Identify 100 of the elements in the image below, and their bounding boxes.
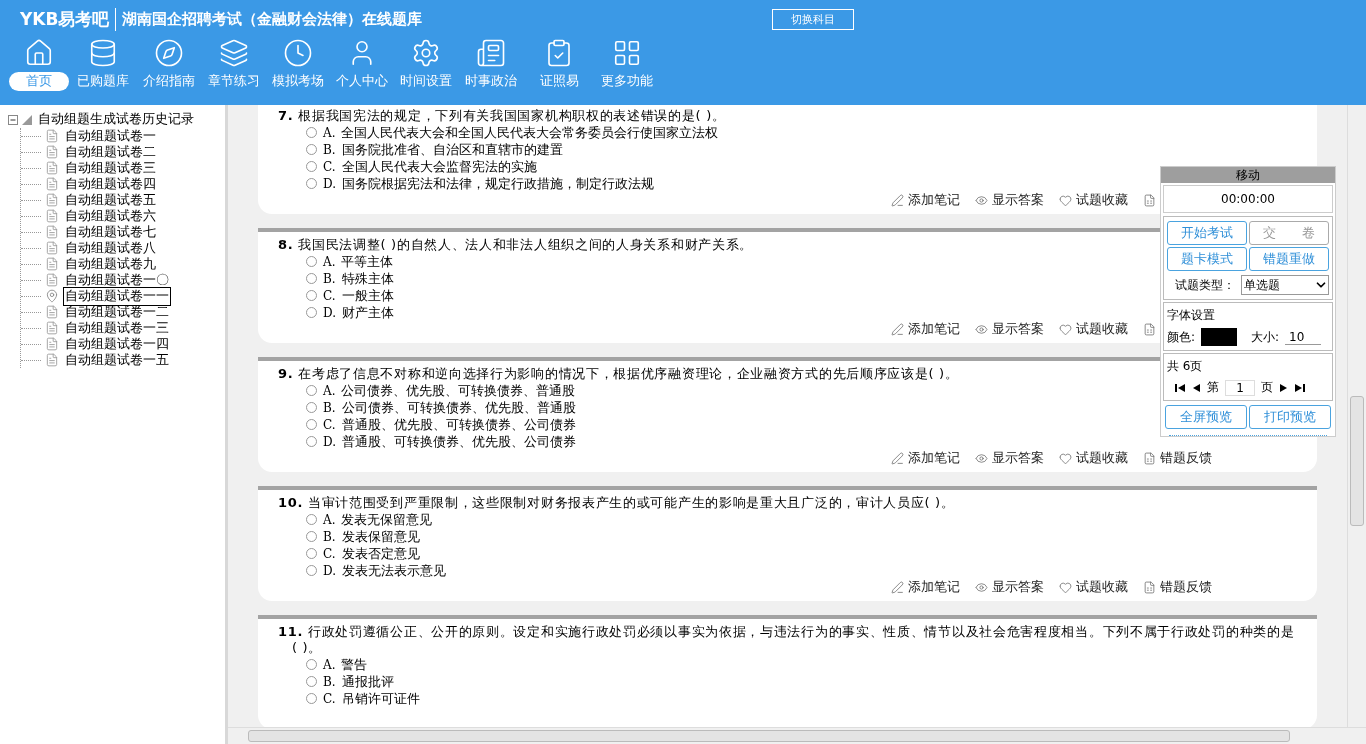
radio-button[interactable] [306,693,317,704]
radio-button[interactable] [306,178,317,189]
option-letter: B. [323,142,336,157]
newspaper-icon[interactable] [476,38,506,68]
home-icon[interactable] [24,38,54,68]
option-letter: D. [323,563,336,578]
previous-page-icon[interactable] [1191,383,1201,392]
settings-icon[interactable] [411,38,441,68]
radio-button[interactable] [306,290,317,301]
file-icon [45,241,59,255]
document-icon[interactable] [1143,581,1156,594]
tree-item[interactable]: 自动组题试卷一一 [63,286,171,306]
action-link[interactable]: 试题收藏 [1076,579,1128,596]
collapse-icon[interactable] [8,114,18,125]
radio-button[interactable] [306,531,317,542]
type-select[interactable]: 单选题 [1241,275,1329,295]
radio-button[interactable] [306,419,317,430]
radio-button[interactable] [306,402,317,413]
pencil-icon[interactable] [891,581,904,594]
option-text: 警告 [341,655,368,674]
radio-button[interactable] [306,659,317,670]
scrollbar-thumb[interactable] [248,730,1290,742]
radio-button[interactable] [306,548,317,559]
action-link[interactable]: 试题收藏 [1076,321,1128,338]
pencil-icon[interactable] [891,452,904,465]
option-text: 平等主体 [341,252,394,271]
tree-root-label[interactable]: 自动组题生成试卷历史记录 [36,110,196,129]
action-link[interactable]: 错题反馈 [1160,450,1212,467]
option-text: 发表无保留意见 [341,510,433,529]
pencil-icon[interactable] [891,323,904,336]
radio-button[interactable] [306,256,317,267]
heart-icon[interactable] [1059,452,1072,465]
radio-button[interactable] [306,436,317,447]
action-link[interactable]: 试题收藏 [1076,192,1128,209]
document-icon[interactable] [1143,452,1156,465]
action-link[interactable]: 添加笔记 [908,192,960,209]
document-icon[interactable] [1143,323,1156,336]
file-icon [45,257,59,271]
file-icon [45,177,59,191]
option-text: 财产主体 [342,303,394,322]
panel-button[interactable]: 错题重做 [1249,247,1329,271]
type-label: 试题类型： [1175,276,1235,294]
panel-button[interactable]: 题卡模式 [1167,247,1247,271]
size-field[interactable]: 10 [1285,329,1322,345]
heart-icon[interactable] [1059,581,1072,594]
compass-icon[interactable] [154,38,184,68]
eye-icon[interactable] [975,452,988,465]
layers-icon[interactable] [219,38,249,68]
file-icon [45,225,59,239]
option-text: 国务院批准省、自治区和直辖市的建置 [341,140,563,159]
eye-icon[interactable] [975,194,988,207]
next-page-icon[interactable] [1279,383,1289,392]
heart-icon[interactable] [1059,194,1072,207]
radio-button[interactable] [306,127,317,138]
panel-button[interactable]: 开始考试 [1167,221,1247,245]
color-swatch[interactable] [1201,328,1238,346]
clock-icon[interactable] [283,38,313,68]
action-link[interactable]: 显示答案 [992,321,1044,338]
action-link[interactable]: 显示答案 [992,192,1044,209]
grid-icon[interactable] [612,38,642,68]
action-link[interactable]: 试题收藏 [1076,450,1128,467]
radio-button[interactable] [306,144,317,155]
file-icon [45,209,59,223]
document-icon[interactable] [1143,194,1156,207]
database-icon[interactable] [88,38,118,68]
option-text: 公司债券、优先股、可转换债券、普通股 [341,381,576,400]
radio-button[interactable] [306,676,317,687]
file-icon [45,337,59,351]
pencil-icon[interactable] [891,194,904,207]
page-field[interactable]: 1 [1225,379,1255,396]
page-prefix: 第 [1207,379,1219,396]
eye-icon[interactable] [975,581,988,594]
action-link[interactable]: 添加笔记 [908,579,960,596]
radio-button[interactable] [306,161,317,172]
action-link[interactable]: 错题反馈 [1160,579,1212,596]
action-link[interactable]: 添加笔记 [908,321,960,338]
action-link[interactable]: 显示答案 [992,579,1044,596]
radio-button[interactable] [306,565,317,576]
option-letter: C. [323,691,336,706]
file-icon [45,193,59,207]
radio-button[interactable] [306,273,317,284]
action-link[interactable]: 显示答案 [992,450,1044,467]
panel-button[interactable]: 打印预览 [1249,405,1331,429]
radio-button[interactable] [306,307,317,318]
eye-icon[interactable] [975,323,988,336]
last-page-icon[interactable] [1295,383,1305,392]
option-text: 全国人民代表大会和全国人民代表大会常务委员会行使国家立法权 [341,123,719,142]
option-letter: C. [323,417,336,432]
option-text: 发表无法表示意见 [342,561,446,580]
panel-button[interactable]: 全屏预览 [1165,405,1247,429]
radio-button[interactable] [306,514,317,525]
scrollbar-thumb[interactable] [1350,396,1364,526]
action-link[interactable]: 添加笔记 [908,450,960,467]
heart-icon[interactable] [1059,323,1072,336]
option-letter: C. [323,288,336,303]
panel-title[interactable]: 移动 [1161,167,1335,183]
file-icon [45,273,59,287]
option-text: 吊销许可证件 [341,689,420,708]
radio-button[interactable] [306,385,317,396]
first-page-icon[interactable] [1175,383,1185,392]
